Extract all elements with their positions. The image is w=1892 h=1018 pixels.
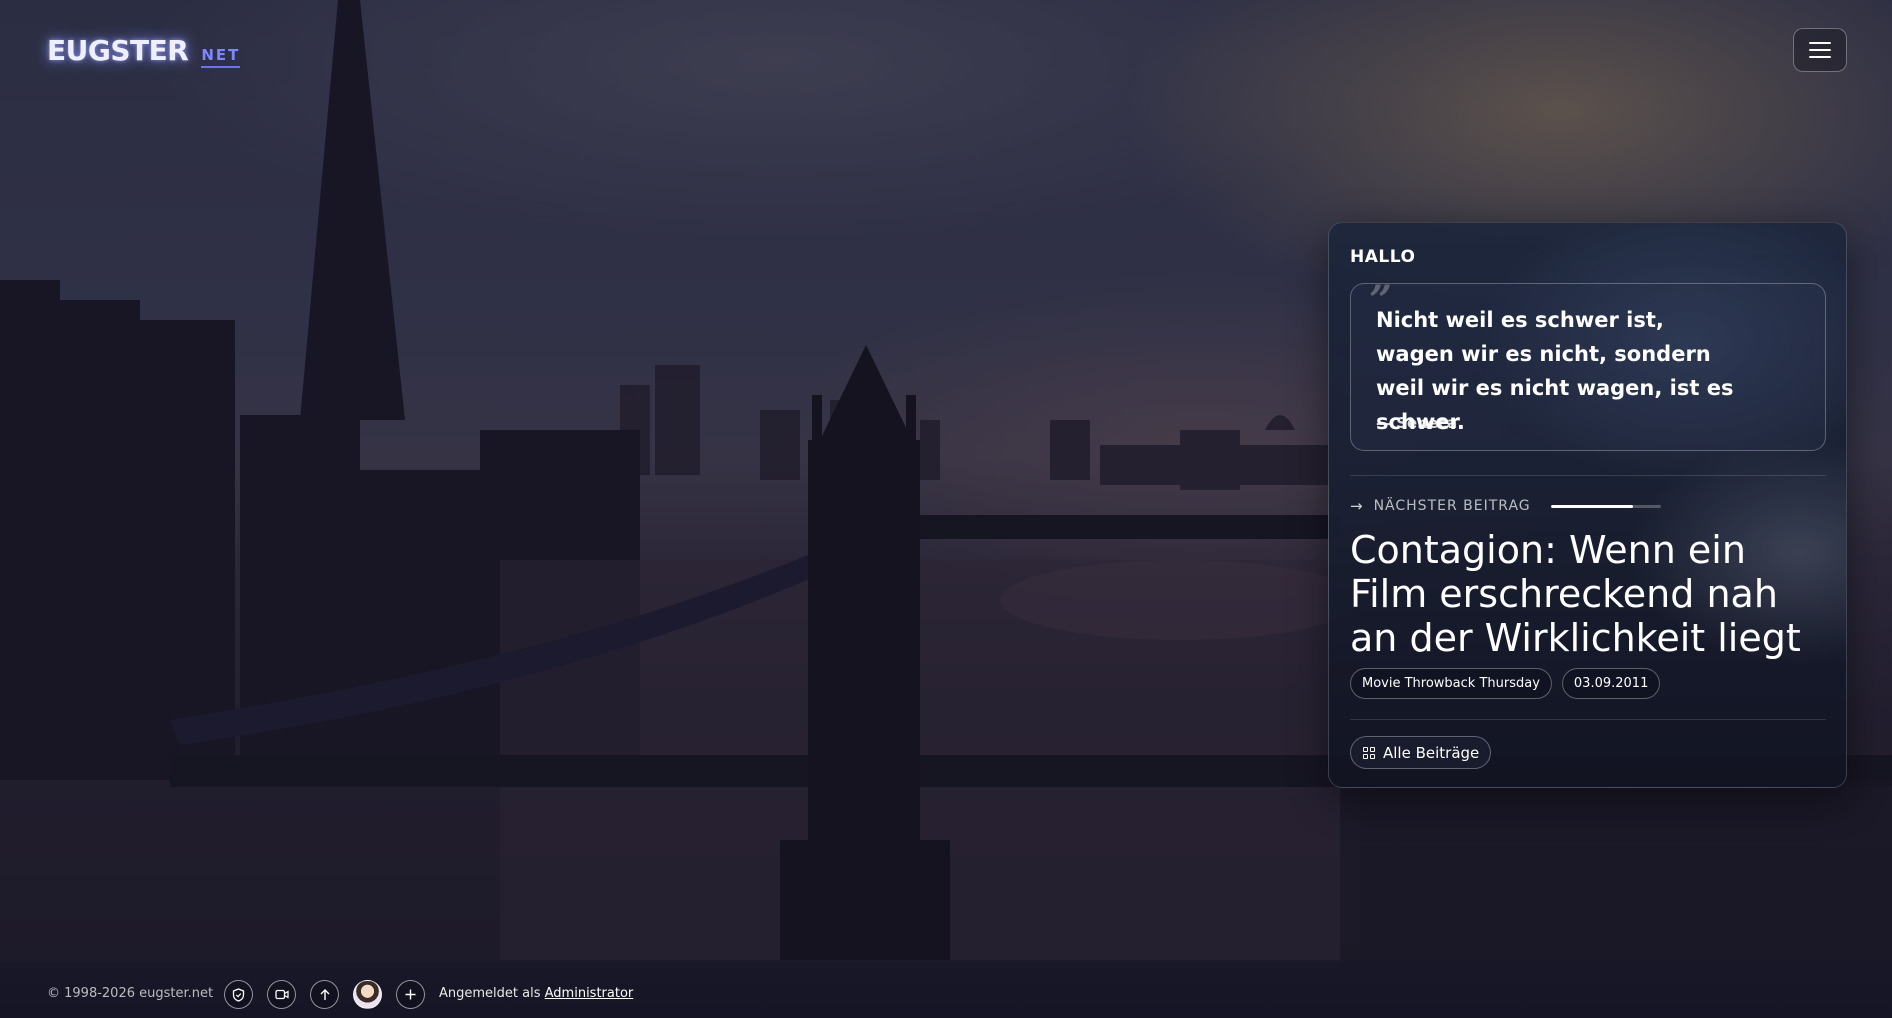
progress-fill xyxy=(1550,504,1634,508)
avatar[interactable] xyxy=(353,980,382,1009)
next-post-progress-bar xyxy=(1550,504,1661,508)
quote-author: — Seneca xyxy=(1376,414,1458,432)
video-button[interactable] xyxy=(267,980,296,1009)
add-button[interactable] xyxy=(396,980,425,1009)
next-post-label-row: → NÄCHSTER BEITRAG xyxy=(1350,497,1661,515)
post-meta: Movie Throwback Thursday 03.09.2011 xyxy=(1350,668,1661,699)
grid-icon xyxy=(1363,746,1375,759)
plus-icon xyxy=(405,989,416,1000)
scroll-up-button[interactable] xyxy=(310,980,339,1009)
quote-box: ” Nicht weil es schwer ist, wagen wir es… xyxy=(1350,281,1826,451)
arrow-up-icon xyxy=(320,989,329,1000)
category-badge[interactable]: Movie Throwback Thursday xyxy=(1350,668,1552,699)
divider xyxy=(1350,475,1826,476)
logo-suffix: NET xyxy=(201,46,241,68)
divider xyxy=(1350,719,1826,720)
date-badge: 03.09.2011 xyxy=(1561,668,1661,699)
arrow-right-icon: → xyxy=(1350,497,1364,515)
site-logo[interactable]: EUGSTER NET xyxy=(47,34,241,68)
user-link[interactable]: Administrator xyxy=(545,986,634,1001)
copyright-text: © 1998-2026 eugster.net xyxy=(47,986,214,1001)
card-heading: HALLO xyxy=(1350,247,1416,267)
greeting-card: HALLO ” Nicht weil es schwer ist, wagen … xyxy=(1328,222,1847,788)
hamburger-menu-button[interactable] xyxy=(1793,28,1847,72)
login-prefix: Angemeldet als xyxy=(439,986,541,1001)
login-status: Angemeldet als Administrator xyxy=(439,986,633,1001)
logo-wordmark: EUGSTER xyxy=(47,34,189,67)
all-posts-button[interactable]: Alle Beiträge xyxy=(1350,736,1492,769)
all-posts-label: Alle Beiträge xyxy=(1383,743,1480,762)
hamburger-menu-icon-line xyxy=(1809,42,1831,44)
hamburger-menu-icon-line xyxy=(1809,49,1831,51)
shield-button[interactable] xyxy=(224,980,253,1009)
shield-icon xyxy=(232,987,245,1002)
video-icon xyxy=(274,989,289,1000)
next-post-label: NÄCHSTER BEITRAG xyxy=(1373,498,1531,514)
hamburger-menu-icon-line xyxy=(1809,56,1831,58)
next-post-title-link[interactable]: Contagion: Wenn ein Film erschreckend na… xyxy=(1350,528,1835,660)
